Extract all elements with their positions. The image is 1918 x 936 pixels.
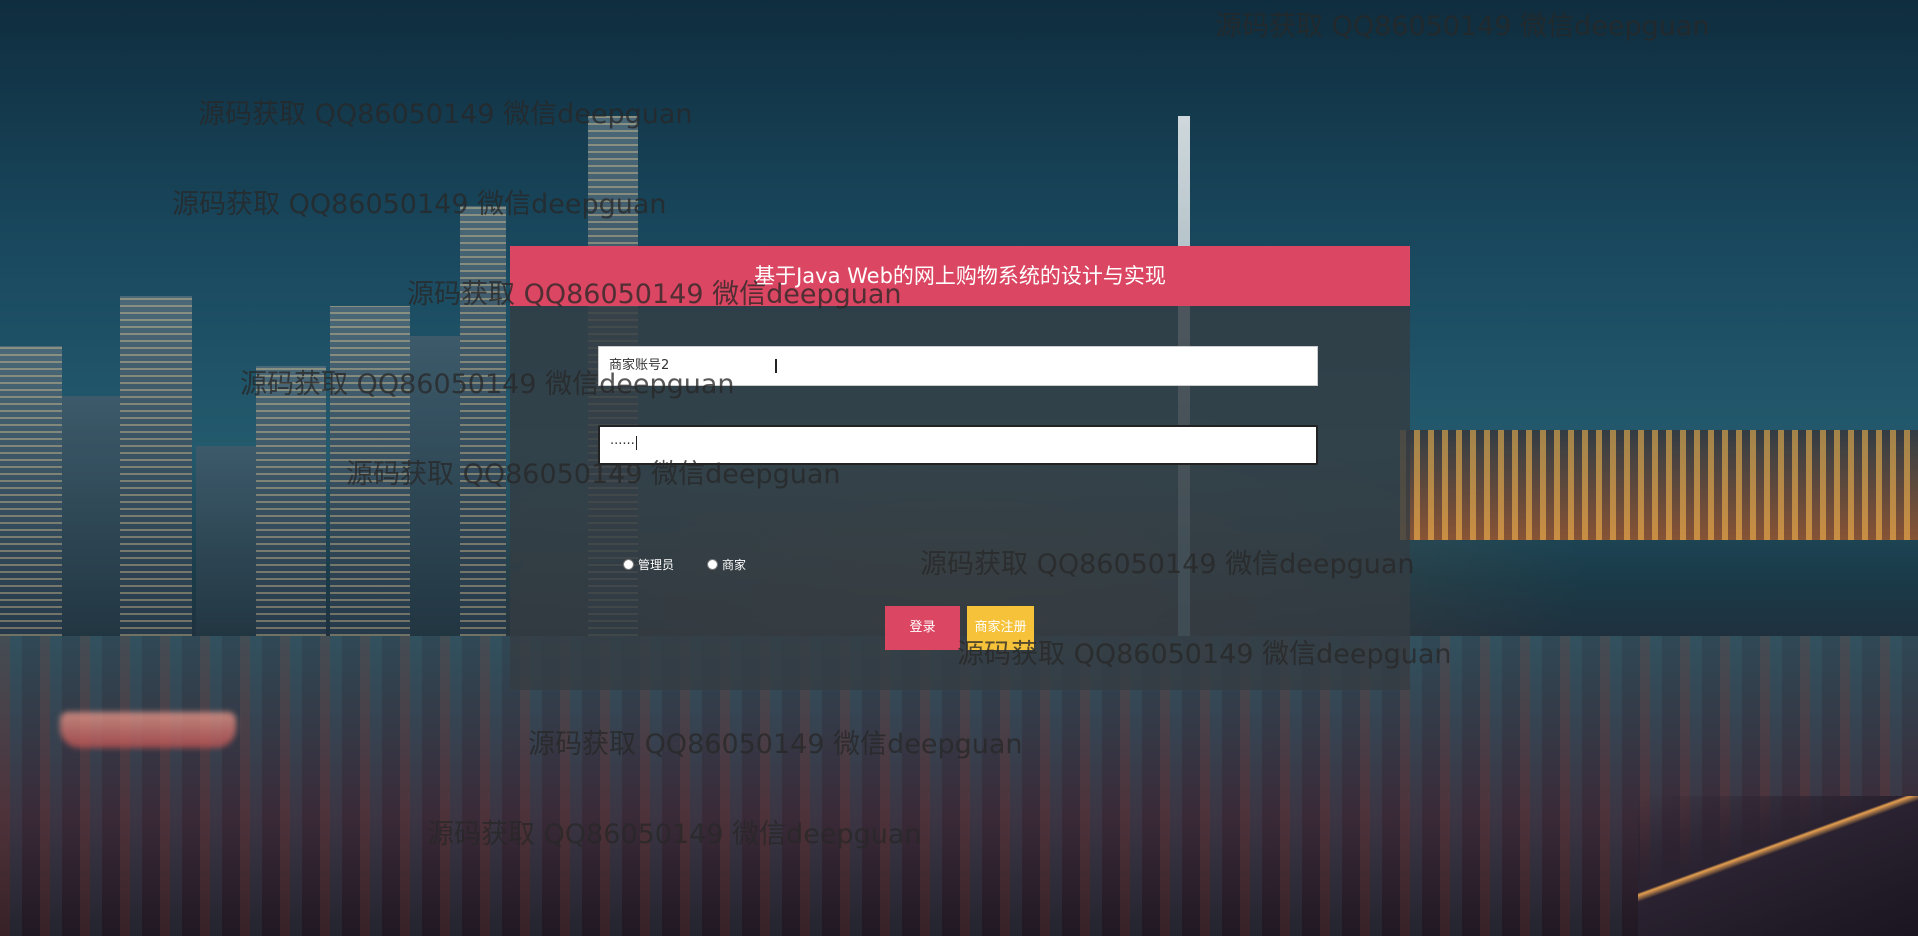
radio-circle-icon	[623, 559, 634, 570]
building	[62, 396, 120, 636]
boat	[60, 712, 236, 748]
text-caret	[635, 436, 637, 450]
password-input[interactable]: ······	[598, 425, 1318, 465]
merchant-register-button[interactable]: 商家注册	[967, 606, 1034, 650]
building	[196, 446, 256, 636]
role-merchant-radio[interactable]: 商家	[707, 556, 746, 573]
waterfront-skyline	[1400, 430, 1918, 540]
username-input[interactable]: 商家账号2	[598, 346, 1318, 386]
skyscraper	[460, 206, 506, 636]
building	[120, 296, 192, 636]
system-title: 基于Java Web的网上购物系统的设计与实现	[510, 246, 1410, 306]
radio-circle-icon	[707, 559, 718, 570]
building	[330, 306, 410, 636]
role-admin-radio[interactable]: 管理员	[623, 556, 674, 573]
role-admin-label: 管理员	[638, 558, 675, 572]
mouse-ibeam-cursor	[775, 359, 777, 373]
building	[0, 346, 62, 636]
login-button[interactable]: 登录	[885, 606, 960, 650]
password-dots: ······	[610, 437, 635, 452]
pier	[1638, 796, 1918, 936]
login-panel: 基于Java Web的网上购物系统的设计与实现 商家账号2 ······ 管理员…	[510, 246, 1410, 690]
role-merchant-label: 商家	[722, 558, 747, 572]
building	[256, 366, 326, 636]
